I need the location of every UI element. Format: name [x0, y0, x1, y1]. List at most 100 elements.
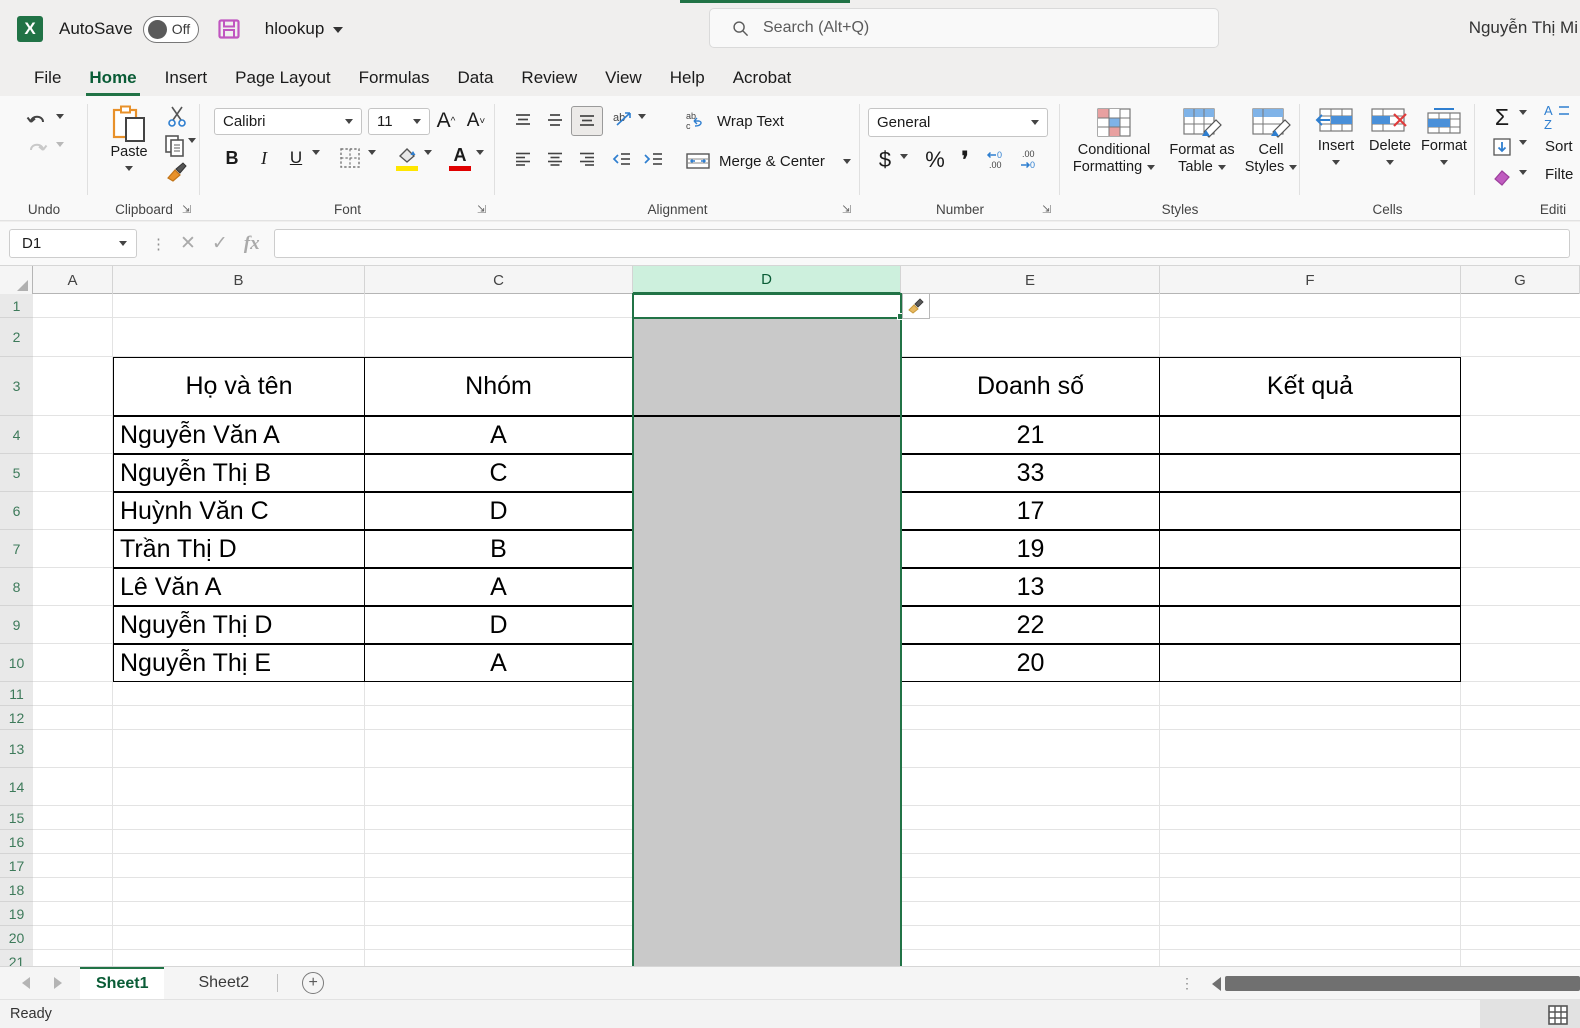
select-all-corner[interactable]: [0, 266, 33, 294]
bold-button[interactable]: B: [218, 144, 246, 172]
currency-dropdown[interactable]: [900, 154, 908, 159]
format-painter-button[interactable]: [164, 160, 190, 184]
user-account-name[interactable]: Nguyễn Thị Mi: [1469, 18, 1578, 38]
active-cell-d1[interactable]: [632, 293, 902, 319]
insert-function-icon[interactable]: fx: [244, 233, 260, 255]
row-header-15[interactable]: 15: [0, 806, 33, 830]
row-header-13[interactable]: 13: [0, 730, 33, 768]
tab-insert[interactable]: Insert: [151, 68, 222, 96]
fill-color-button[interactable]: [392, 142, 422, 174]
name-box[interactable]: D1: [9, 229, 137, 258]
cell-C7[interactable]: B: [364, 530, 633, 568]
underline-dropdown[interactable]: [312, 150, 320, 155]
cell-E8[interactable]: 13: [901, 568, 1160, 606]
cell-C8[interactable]: A: [364, 568, 633, 606]
filter-label[interactable]: Filte: [1545, 166, 1573, 183]
row-header-2[interactable]: 2: [0, 318, 33, 357]
number-dialog-launcher[interactable]: ⇲: [1042, 203, 1055, 216]
column-header-d[interactable]: D: [633, 266, 901, 294]
row-header-11[interactable]: 11: [0, 682, 33, 706]
redo-button[interactable]: [22, 136, 52, 162]
orientation-dropdown[interactable]: [638, 114, 646, 119]
alignment-dialog-launcher[interactable]: ⇲: [842, 203, 855, 216]
borders-dropdown[interactable]: [368, 150, 376, 155]
cancel-x-icon[interactable]: ✕: [180, 232, 196, 255]
tab-help[interactable]: Help: [656, 68, 719, 96]
cell-B4[interactable]: Nguyễn Văn A: [113, 416, 365, 454]
cell-E10[interactable]: 20: [901, 644, 1160, 682]
cell-E3[interactable]: Doanh số: [901, 357, 1160, 416]
cell-C3[interactable]: Nhóm: [364, 357, 633, 416]
font-color-dropdown[interactable]: [476, 150, 484, 155]
cell-B8[interactable]: Lê Văn A: [113, 568, 365, 606]
cell-C5[interactable]: C: [364, 454, 633, 492]
search-input[interactable]: Search (Alt+Q): [709, 8, 1219, 48]
number-format-select[interactable]: General: [868, 108, 1048, 137]
sheet-tab-sheet1[interactable]: Sheet1: [80, 966, 165, 1000]
undo-dropdown[interactable]: [56, 114, 64, 119]
row-header-16[interactable]: 16: [0, 830, 33, 854]
text-orientation-button[interactable]: ab: [609, 106, 637, 134]
tab-review[interactable]: Review: [507, 68, 591, 96]
decrease-decimal-button[interactable]: 0 .00: [982, 146, 1014, 174]
cell-styles-button[interactable]: Cell Styles: [1240, 106, 1302, 176]
align-top-button[interactable]: [509, 108, 537, 134]
cell-B10[interactable]: Nguyễn Thị E: [113, 644, 365, 682]
clear-button[interactable]: [1489, 164, 1515, 190]
row-header-10[interactable]: 10: [0, 644, 33, 682]
autosave-toggle[interactable]: Off: [142, 15, 199, 43]
underline-button[interactable]: U: [282, 144, 310, 172]
insert-cells-button[interactable]: Insert: [1308, 106, 1364, 165]
formula-input[interactable]: [273, 229, 1570, 258]
column-header-a[interactable]: A: [33, 266, 113, 294]
merge-center-button[interactable]: Merge & Center: [685, 148, 851, 174]
row-header-14[interactable]: 14: [0, 768, 33, 806]
fill-button[interactable]: [1489, 134, 1515, 160]
tab-formulas[interactable]: Formulas: [345, 68, 444, 96]
column-header-g[interactable]: G: [1461, 266, 1580, 294]
percent-button[interactable]: %: [922, 146, 948, 174]
sort-az-button[interactable]: A Z: [1543, 102, 1573, 132]
cell-C10[interactable]: A: [364, 644, 633, 682]
cell-C6[interactable]: D: [364, 492, 633, 530]
redo-dropdown[interactable]: [56, 142, 64, 147]
row-header-20[interactable]: 20: [0, 926, 33, 950]
column-header-c[interactable]: C: [365, 266, 633, 294]
cell-F9[interactable]: [1159, 606, 1461, 644]
row-header-5[interactable]: 5: [0, 454, 33, 492]
column-header-f[interactable]: F: [1160, 266, 1461, 294]
save-icon[interactable]: [217, 17, 241, 41]
cell-B9[interactable]: Nguyễn Thị D: [113, 606, 365, 644]
autosum-button[interactable]: Σ: [1489, 104, 1515, 130]
borders-button[interactable]: [336, 144, 364, 172]
row-header-19[interactable]: 19: [0, 902, 33, 926]
cell-B3[interactable]: Họ và tên: [113, 357, 365, 416]
row-header-9[interactable]: 9: [0, 606, 33, 644]
increase-font-size-button[interactable]: A ^: [432, 106, 460, 136]
cell-E9[interactable]: 22: [901, 606, 1160, 644]
font-dialog-launcher[interactable]: ⇲: [477, 203, 490, 216]
row-header-4[interactable]: 4: [0, 416, 33, 454]
conditional-formatting-button[interactable]: Conditional Formatting: [1064, 106, 1164, 176]
wrap-text-button[interactable]: ab c Wrap Text: [685, 108, 784, 134]
cell-C4[interactable]: A: [364, 416, 633, 454]
cell-F8[interactable]: [1159, 568, 1461, 606]
format-cells-button[interactable]: Format: [1416, 106, 1472, 165]
next-sheet-icon[interactable]: [54, 977, 62, 989]
cell-F7[interactable]: [1159, 530, 1461, 568]
paste-button[interactable]: Paste: [100, 104, 158, 171]
cell-E4[interactable]: 21: [901, 416, 1160, 454]
enter-check-icon[interactable]: ✓: [212, 232, 228, 255]
align-right-button[interactable]: [573, 146, 601, 172]
decrease-font-size-button[interactable]: A ˅: [462, 106, 490, 136]
fill-color-dropdown[interactable]: [424, 150, 432, 155]
cell-C9[interactable]: D: [364, 606, 633, 644]
scroll-grip-icon[interactable]: ⋮: [1180, 975, 1194, 992]
delete-cells-button[interactable]: Delete: [1362, 106, 1418, 165]
font-size-select[interactable]: 11: [368, 108, 430, 135]
row-header-18[interactable]: 18: [0, 878, 33, 902]
sort-label[interactable]: Sort: [1545, 138, 1573, 155]
tab-home[interactable]: Home: [75, 68, 150, 96]
format-as-table-button[interactable]: Format as Table: [1164, 106, 1240, 176]
cell-B7[interactable]: Trần Thị D: [113, 530, 365, 568]
